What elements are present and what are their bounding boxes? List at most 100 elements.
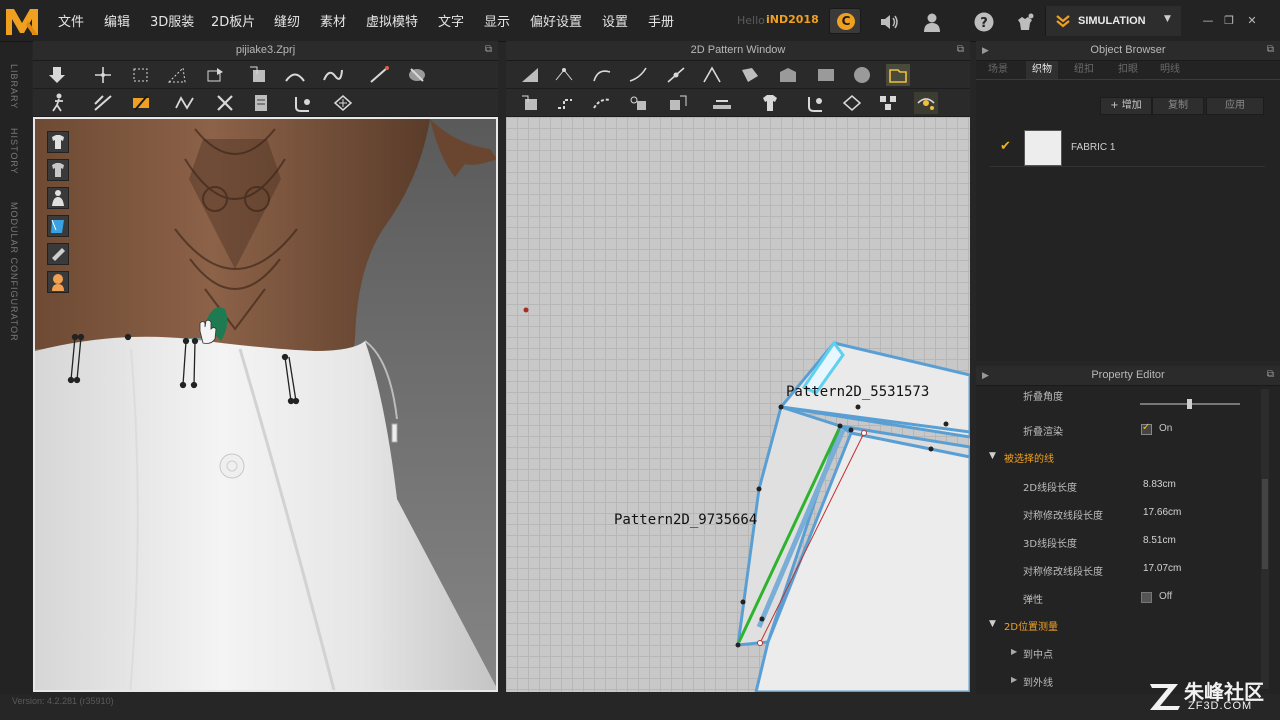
lasso-select-tool-icon[interactable] [165, 64, 189, 86]
view-toggle-tool-icon[interactable] [914, 92, 938, 114]
app-logo-icon[interactable] [3, 3, 41, 39]
stretch-tool-icon[interactable] [173, 92, 197, 114]
popout-icon[interactable]: ⧉ [485, 41, 492, 59]
curvature-tool-icon[interactable] [626, 64, 650, 86]
trim-tool-icon[interactable] [710, 92, 734, 114]
cross-tool-icon[interactable] [213, 92, 237, 114]
popout-icon[interactable]: ⧉ [1267, 366, 1274, 384]
free-sew-tool-icon[interactable] [590, 92, 614, 114]
history-tab[interactable]: HISTORY [9, 128, 19, 175]
texture-view-icon[interactable] [47, 243, 69, 265]
menu-settings[interactable]: 设置 [602, 11, 628, 30]
segment-tool-icon[interactable] [283, 64, 307, 86]
seam-tool-icon[interactable] [666, 92, 690, 114]
panel-arrow-icon[interactable]: ▶ [982, 41, 989, 59]
fabric-list-item[interactable]: ✔ FABRIC 1 [990, 127, 1265, 167]
menu-file[interactable]: 文件 [58, 11, 84, 30]
viewport-3d[interactable] [33, 117, 498, 692]
avatar-measure-tool-icon[interactable] [249, 92, 273, 114]
select-move-tool-icon[interactable] [45, 64, 69, 86]
prop-value[interactable]: 17.66cm [1143, 507, 1181, 518]
menu-edit[interactable]: 编辑 [104, 11, 130, 30]
prop-value[interactable]: 8.51cm [1143, 535, 1176, 546]
property-scrollbar[interactable] [1261, 389, 1269, 689]
tab-topstitch[interactable]: 明线 [1154, 61, 1186, 79]
rectangle-pattern-tool-icon[interactable] [776, 64, 800, 86]
chevron-down-icon[interactable]: ▼ [1164, 14, 1171, 24]
fold-render-checkbox[interactable] [1141, 422, 1152, 435]
menu-manual[interactable]: 手册 [648, 11, 674, 30]
avatar-settings-icon[interactable] [1014, 12, 1036, 32]
fabric-view-icon[interactable] [47, 215, 69, 237]
avatar-view-icon[interactable] [47, 187, 69, 209]
cut-tool-icon[interactable] [405, 64, 429, 86]
transform-tool-icon[interactable] [91, 64, 115, 86]
menu-materials[interactable]: 素材 [320, 11, 346, 30]
polygon-tool-icon[interactable] [738, 64, 762, 86]
menu-display[interactable]: 显示 [484, 11, 510, 30]
modular-configurator-tab[interactable]: MODULAR CONFIGURATOR [9, 202, 19, 342]
scrollbar-thumb[interactable] [1262, 479, 1268, 569]
pattern-label-panel[interactable]: Pattern2D_9735664 [614, 512, 757, 528]
tab-scene[interactable]: 场景 [982, 61, 1014, 79]
garment-outline-icon[interactable] [47, 159, 69, 181]
section-2d-measure[interactable]: ▼ 2D位置测量 [976, 613, 1258, 637]
menu-text[interactable]: 文字 [438, 11, 464, 30]
garment-view-icon[interactable] [47, 131, 69, 153]
add-point-tool-icon[interactable] [664, 64, 688, 86]
grade-tool-icon[interactable] [840, 92, 864, 114]
fold-arrange-tool-icon[interactable] [518, 92, 542, 114]
circle-tool-icon[interactable] [850, 64, 874, 86]
help-icon[interactable]: ? [973, 12, 995, 32]
sewing-tool-icon[interactable] [91, 92, 115, 114]
adjust-point-tool-icon[interactable] [518, 64, 542, 86]
tack-tool-icon[interactable] [626, 92, 650, 114]
prop-value[interactable]: 8.83cm [1143, 479, 1176, 490]
fold-tool-icon[interactable] [247, 64, 271, 86]
add-fabric-button[interactable]: + 增加 [1100, 97, 1152, 115]
sub-to-midpoint[interactable]: ▶ 到中点 [976, 641, 1258, 665]
pattern-label-waistband[interactable]: Pattern2D_5531573 [786, 384, 929, 400]
prop-value[interactable]: 17.07cm [1143, 563, 1181, 574]
edit-curve-tool-icon[interactable] [590, 64, 614, 86]
shirt-tool-icon[interactable] [758, 92, 782, 114]
tab-fabric[interactable]: 织物 [1026, 61, 1058, 79]
section-selected-line[interactable]: ▼ 被选择的线 [976, 445, 1258, 469]
username[interactable]: iND2018 [766, 13, 819, 26]
skin-view-icon[interactable] [47, 271, 69, 293]
elastic-checkbox[interactable] [1141, 592, 1152, 603]
pin-tool-icon[interactable] [129, 92, 153, 114]
menu-2d-pattern[interactable]: 2D板片 [211, 11, 255, 30]
edit-point-tool-icon[interactable] [552, 64, 576, 86]
rotate-tool-icon[interactable] [203, 64, 227, 86]
minimize-button[interactable]: — [1201, 14, 1215, 28]
tab-button[interactable]: 纽扣 [1068, 61, 1100, 79]
library-tab[interactable]: LIBRARY [9, 64, 19, 109]
speaker-icon[interactable] [878, 12, 900, 32]
tab-buttonhole[interactable]: 扣眼 [1112, 61, 1144, 79]
slice-tool-icon[interactable] [700, 64, 724, 86]
menu-sewing[interactable]: 缝纫 [274, 11, 300, 30]
box-select-tool-icon[interactable] [129, 64, 153, 86]
user-icon[interactable] [921, 12, 943, 32]
internal-polygon-tool-icon[interactable] [886, 64, 910, 86]
checker-tool-icon[interactable] [876, 92, 900, 114]
close-button[interactable]: ✕ [1245, 14, 1259, 28]
maximize-button[interactable]: ❐ [1222, 14, 1236, 28]
measure-tool-icon[interactable] [804, 92, 828, 114]
pattern-window-2d[interactable]: Pattern2D_5531573 Pattern2D_9735664 [506, 117, 970, 692]
popout-icon[interactable]: ⧉ [1267, 41, 1274, 59]
pose-tool-icon[interactable] [47, 92, 71, 114]
fold-angle-slider-handle[interactable] [1187, 399, 1192, 409]
menu-3d-garment[interactable]: 3D服装 [150, 11, 194, 30]
segment-sew-tool-icon[interactable] [554, 92, 578, 114]
simulation-toggle[interactable]: SIMULATION ▼ [1045, 6, 1181, 36]
copy-fabric-button[interactable]: 复制 [1152, 97, 1204, 115]
texture-tool-icon[interactable] [331, 92, 355, 114]
curve-tool-icon[interactable] [321, 64, 345, 86]
c-badge-button[interactable]: C [829, 8, 861, 34]
fabric-swatch[interactable] [1024, 130, 1062, 166]
tape-tool-icon[interactable] [291, 92, 315, 114]
popout-icon[interactable]: ⧉ [957, 41, 964, 59]
menu-preferences[interactable]: 偏好设置 [530, 11, 582, 30]
